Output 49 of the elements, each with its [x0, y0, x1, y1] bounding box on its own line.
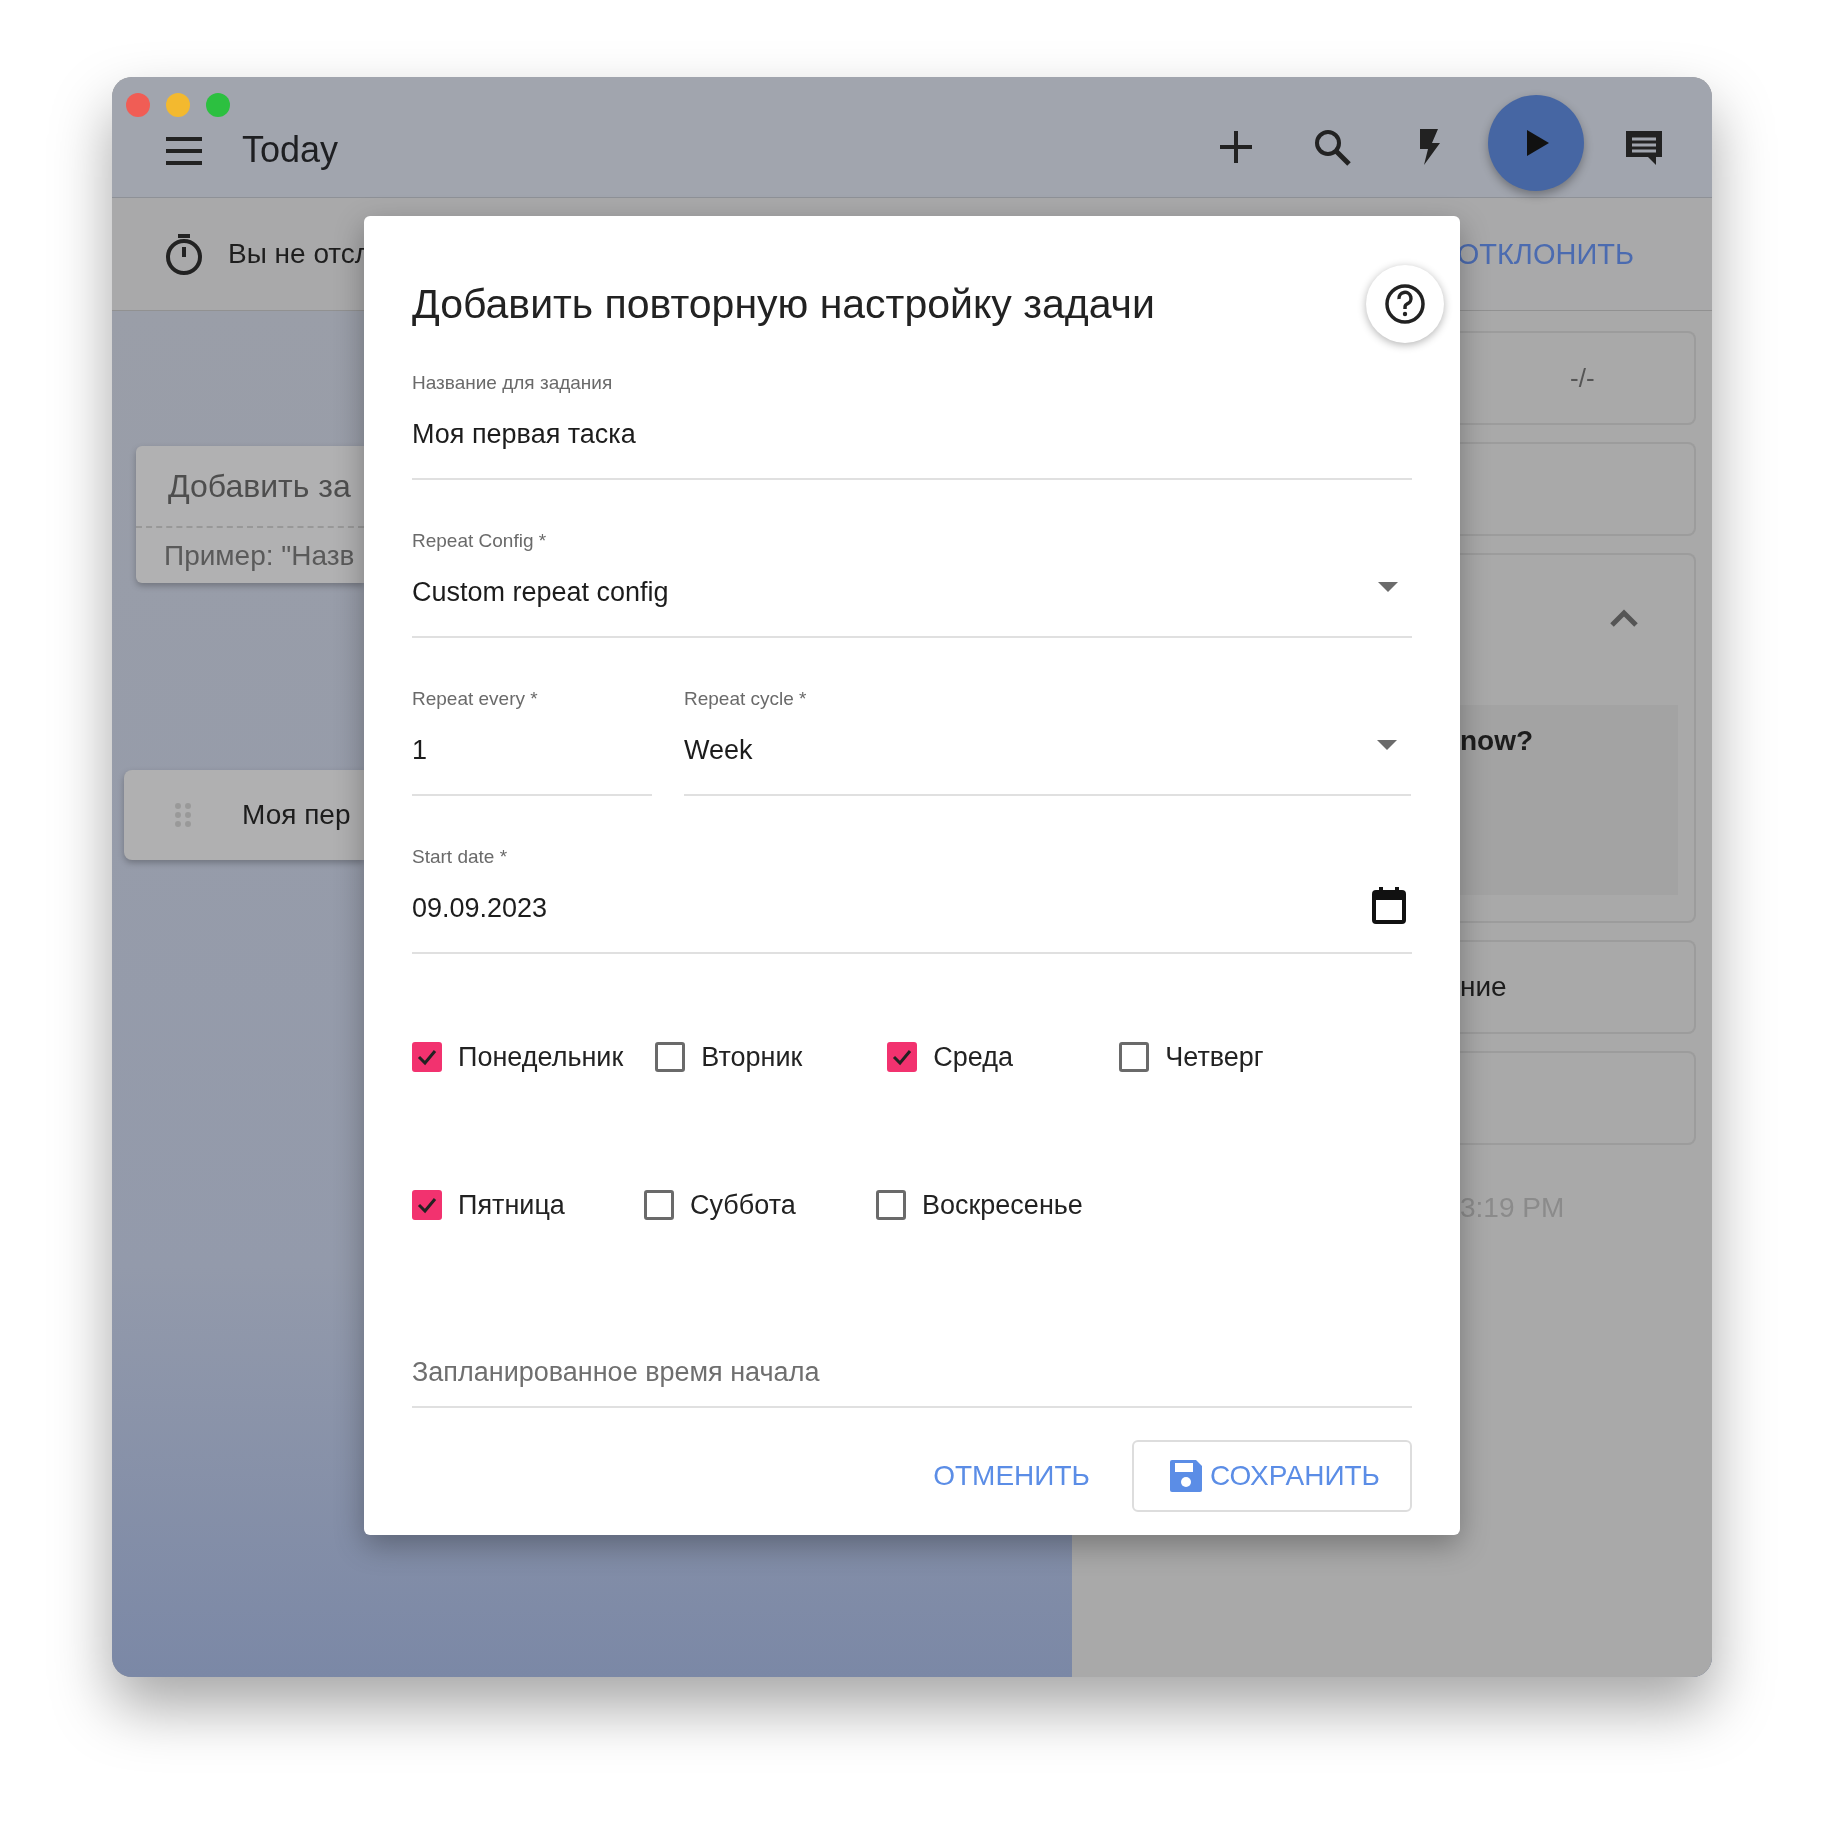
- weekday-label: Четверг: [1165, 1041, 1264, 1073]
- input-field[interactable]: 1: [412, 728, 652, 796]
- weekday-label: Понедельник: [458, 1041, 624, 1073]
- caret-icon: [1376, 580, 1400, 594]
- field-label: Start date *: [412, 846, 508, 868]
- checkbox[interactable]: [655, 1042, 686, 1072]
- weekday-label: Суббота: [690, 1189, 796, 1221]
- question-text: now?: [1460, 725, 1534, 757]
- weekday-checkbox[interactable]: Четверг: [1119, 1042, 1320, 1072]
- field-label: Repeat Config *: [412, 530, 547, 552]
- task-title: Моя пер: [242, 799, 351, 831]
- field-label: Repeat every *: [412, 688, 538, 710]
- checkbox[interactable]: [887, 1042, 918, 1072]
- checkbox[interactable]: [644, 1190, 674, 1220]
- drag-handle-icon[interactable]: [174, 802, 192, 828]
- weekday-checkbox[interactable]: Среда: [887, 1042, 1088, 1072]
- checkbox[interactable]: [412, 1042, 442, 1072]
- field-label: Название для задания: [412, 372, 613, 394]
- checkbox[interactable]: [1119, 1042, 1150, 1072]
- weekday-label: Пятница: [458, 1189, 565, 1221]
- dialog-title: Добавить повторную настройку задачи: [412, 280, 1155, 328]
- save-icon: [1167, 1458, 1204, 1494]
- calendar-icon[interactable]: [1372, 886, 1406, 924]
- weekday-checkbox[interactable]: Понедельник: [412, 1042, 624, 1072]
- weekday-checkbox[interactable]: Суббота: [644, 1190, 844, 1220]
- search-icon[interactable]: [1312, 127, 1352, 167]
- input-field[interactable]: Моя первая таска: [412, 412, 1412, 480]
- weekday-label: Воскресенье: [922, 1189, 1083, 1221]
- help-button[interactable]: [1366, 265, 1444, 343]
- caret-icon: [1375, 738, 1399, 752]
- weekday-checkbox[interactable]: Пятница: [412, 1190, 612, 1220]
- field-label: Repeat cycle *: [684, 688, 807, 710]
- play-button[interactable]: [1488, 95, 1584, 191]
- time-estimate: -/-: [1570, 362, 1595, 394]
- weekday-label: Среда: [933, 1041, 1013, 1073]
- weekday-label: Вторник: [701, 1041, 803, 1073]
- date-field[interactable]: 09.09.2023: [412, 886, 1412, 954]
- add-task-title: Добавить за: [167, 467, 352, 506]
- checkbox[interactable]: [412, 1190, 442, 1220]
- checkbox[interactable]: [876, 1190, 906, 1220]
- task-card[interactable]: Моя пер: [124, 770, 364, 860]
- card-text: ние: [1460, 971, 1507, 1003]
- select-field[interactable]: Custom repeat config: [412, 570, 1412, 638]
- add-task-card[interactable]: Добавить за Пример: "Назв: [136, 446, 364, 583]
- help-icon: [1383, 282, 1427, 326]
- weekday-checkbox[interactable]: Воскресенье: [876, 1190, 1083, 1220]
- weekday-checkbox[interactable]: Вторник: [655, 1042, 856, 1072]
- toolbar-title: Today: [242, 129, 339, 172]
- select-field[interactable]: Week: [684, 728, 1411, 796]
